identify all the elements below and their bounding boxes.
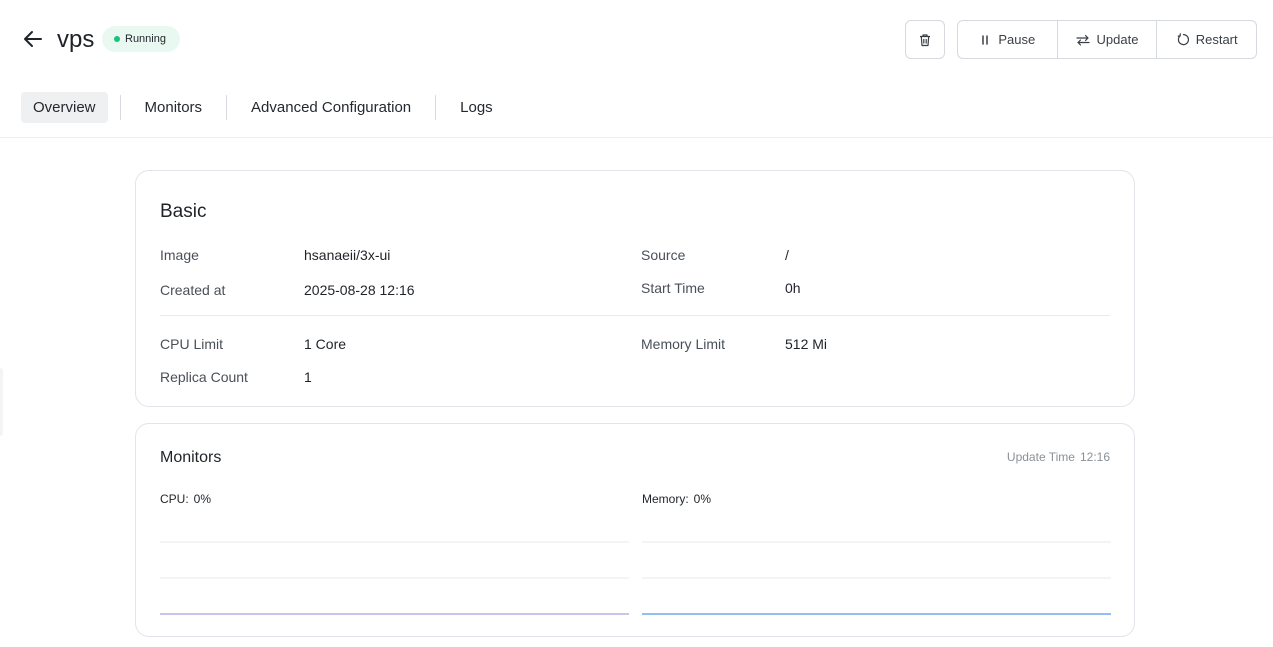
memory-value: 0% bbox=[693, 492, 712, 506]
delete-button[interactable] bbox=[905, 20, 945, 59]
source-label: Source bbox=[641, 247, 686, 263]
tab-logs[interactable]: Logs bbox=[448, 92, 505, 123]
restart-icon bbox=[1177, 33, 1189, 46]
replica-count-label: Replica Count bbox=[160, 369, 248, 385]
source-value: / bbox=[785, 247, 789, 263]
back-button[interactable] bbox=[22, 28, 44, 50]
created-at-label: Created at bbox=[160, 282, 226, 298]
start-time-value: 0h bbox=[785, 280, 801, 296]
tab-overview[interactable]: Overview bbox=[21, 92, 108, 123]
tab-separator bbox=[226, 95, 228, 120]
arrow-left-icon bbox=[24, 31, 42, 47]
memory-usage-chart bbox=[642, 541, 1111, 615]
tab-bar: Overview Monitors Advanced Configuration… bbox=[21, 92, 505, 123]
cpu-value: 0% bbox=[193, 492, 212, 506]
side-drawer-handle[interactable] bbox=[0, 368, 3, 436]
basic-card-title: Basic bbox=[160, 201, 207, 222]
restart-button[interactable]: Restart bbox=[1157, 21, 1256, 58]
page-title: vps bbox=[57, 26, 95, 53]
monitors-card: Monitors Update Time 12:16 CPU: 0% Memor… bbox=[135, 423, 1135, 637]
pause-button[interactable]: Pause bbox=[958, 21, 1058, 58]
image-label: Image bbox=[160, 247, 199, 263]
tab-separator bbox=[435, 95, 437, 120]
cpu-limit-value: 1 Core bbox=[304, 336, 347, 352]
created-at-value: 2025-08-28 12:16 bbox=[304, 282, 415, 298]
update-label: Update bbox=[1096, 32, 1139, 47]
memory-label: Memory: bbox=[642, 492, 689, 506]
tab-monitors[interactable]: Monitors bbox=[133, 92, 215, 123]
swap-arrows-icon bbox=[1075, 34, 1090, 46]
tabs-divider bbox=[0, 137, 1273, 138]
status-badge: Running bbox=[102, 26, 180, 52]
section-divider bbox=[160, 315, 1110, 316]
update-time: Update Time 12:16 bbox=[1007, 450, 1110, 464]
pause-label: Pause bbox=[998, 32, 1036, 47]
status-dot-icon bbox=[114, 36, 120, 42]
status-label: Running bbox=[125, 33, 166, 45]
cpu-limit-label: CPU Limit bbox=[160, 336, 224, 352]
memory-metric-label: Memory: 0% bbox=[642, 492, 711, 506]
update-time-value: 12:16 bbox=[1079, 450, 1110, 464]
tab-separator bbox=[119, 95, 121, 120]
tab-advanced-configuration[interactable]: Advanced Configuration bbox=[239, 92, 423, 123]
start-time-label: Start Time bbox=[641, 280, 705, 296]
cpu-label: CPU: bbox=[160, 492, 189, 506]
memory-limit-value: 512 Mi bbox=[785, 336, 828, 352]
update-time-label: Update Time bbox=[1006, 450, 1075, 464]
memory-limit-label: Memory Limit bbox=[641, 336, 726, 352]
page-header: vps Running Pause Update Restart bbox=[0, 0, 1273, 80]
cpu-usage-chart bbox=[160, 541, 629, 615]
restart-label: Restart bbox=[1195, 32, 1238, 47]
cpu-metric-label: CPU: 0% bbox=[160, 492, 211, 506]
image-value: hsanaeii/3x-ui bbox=[304, 247, 391, 263]
replica-count-value: 1 bbox=[304, 369, 312, 385]
trash-icon bbox=[920, 33, 930, 46]
action-button-group: Pause Update Restart bbox=[957, 20, 1257, 59]
update-button[interactable]: Update bbox=[1058, 21, 1158, 58]
basic-card: Basic Image hsanaeii/3x-ui Source / Crea… bbox=[135, 170, 1135, 407]
pause-icon bbox=[982, 34, 989, 45]
monitors-card-title: Monitors bbox=[160, 449, 222, 466]
